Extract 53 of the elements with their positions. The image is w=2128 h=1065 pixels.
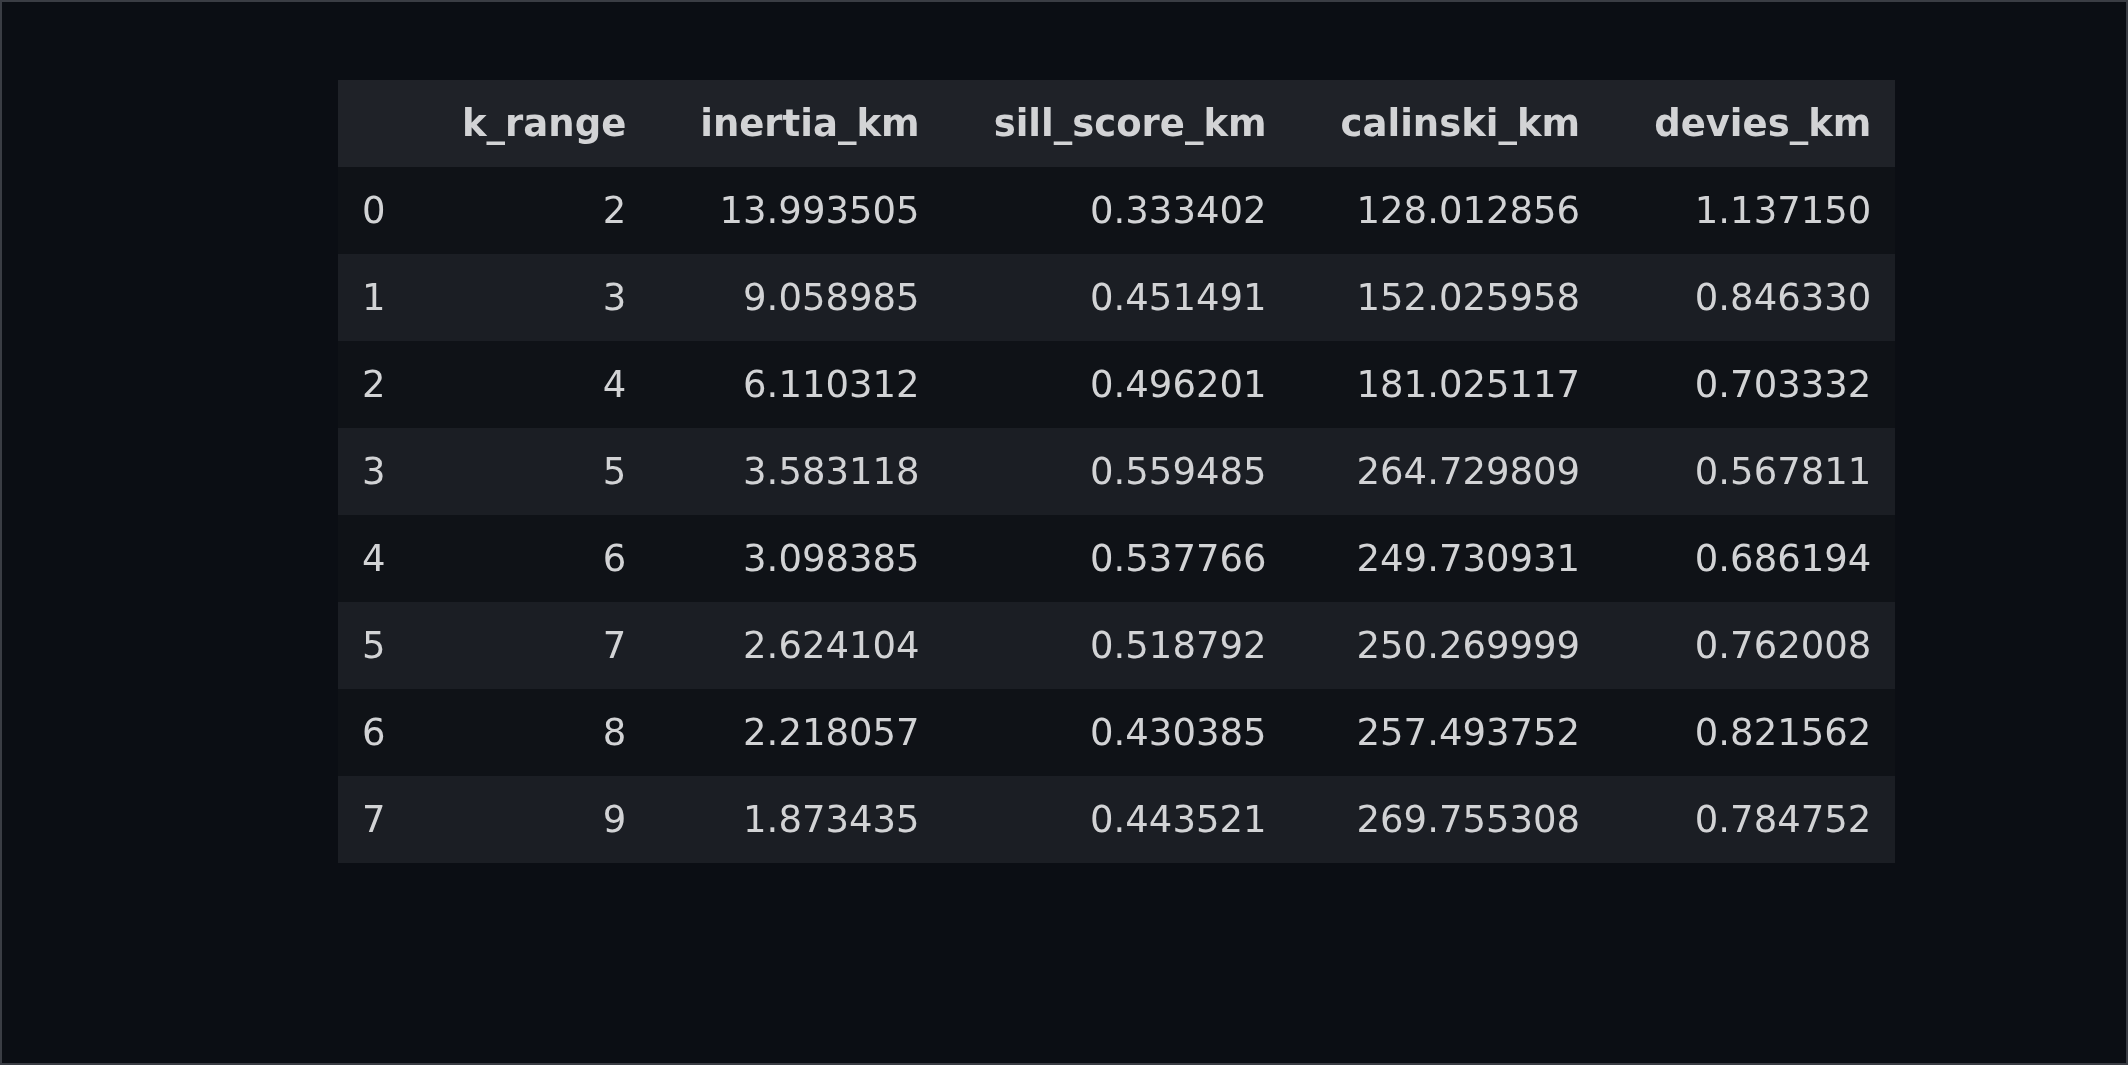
- table-cell: 13.993505: [650, 167, 944, 254]
- table-cell: 9: [412, 776, 651, 863]
- table-cell: 5: [412, 428, 651, 515]
- table-cell: 3.098385: [650, 515, 944, 602]
- table-cell: 0.430385: [943, 689, 1291, 776]
- table-cell: 1.137150: [1604, 167, 1896, 254]
- row-index: 3: [338, 428, 412, 515]
- table-cell: 257.493752: [1290, 689, 1605, 776]
- table-cell: 249.730931: [1290, 515, 1605, 602]
- table-cell: 152.025958: [1290, 254, 1605, 341]
- column-header: calinski_km: [1290, 80, 1605, 167]
- table-cell: 0.537766: [943, 515, 1291, 602]
- table-cell: 6: [412, 515, 651, 602]
- table-cell: 0.451491: [943, 254, 1291, 341]
- table-cell: 7: [412, 602, 651, 689]
- table-cell: 4: [412, 341, 651, 428]
- table-cell: 0.703332: [1604, 341, 1896, 428]
- row-index: 6: [338, 689, 412, 776]
- table-cell: 269.755308: [1290, 776, 1605, 863]
- table-cell: 3: [412, 254, 651, 341]
- column-header: inertia_km: [650, 80, 944, 167]
- table-cell: 3.583118: [650, 428, 944, 515]
- column-header: k_range: [412, 80, 651, 167]
- column-header: sill_score_km: [943, 80, 1291, 167]
- table-cell: 6.110312: [650, 341, 944, 428]
- table-cell: 8: [412, 689, 651, 776]
- table-cell: 0.784752: [1604, 776, 1896, 863]
- table-cell: 264.729809: [1290, 428, 1605, 515]
- table-cell: 0.686194: [1604, 515, 1896, 602]
- table-cell: 0.496201: [943, 341, 1291, 428]
- table-cell: 0.333402: [943, 167, 1291, 254]
- table-cell: 181.025117: [1290, 341, 1605, 428]
- row-index: 1: [338, 254, 412, 341]
- row-index: 0: [338, 167, 412, 254]
- table-cell: 2: [412, 167, 651, 254]
- table-cell: 0.559485: [943, 428, 1291, 515]
- table-cell: 0.518792: [943, 602, 1291, 689]
- table-cell: 0.567811: [1604, 428, 1896, 515]
- table-cell: 0.762008: [1604, 602, 1896, 689]
- table-cell: 9.058985: [650, 254, 944, 341]
- row-index: 7: [338, 776, 412, 863]
- column-header: devies_km: [1604, 80, 1896, 167]
- table-cell: 0.821562: [1604, 689, 1896, 776]
- table-cell: 0.443521: [943, 776, 1291, 863]
- table-cell: 1.873435: [650, 776, 944, 863]
- row-index: 2: [338, 341, 412, 428]
- table-cell: 250.269999: [1290, 602, 1605, 689]
- table-cell: 2.218057: [650, 689, 944, 776]
- row-index: 5: [338, 602, 412, 689]
- table-cell: 128.012856: [1290, 167, 1605, 254]
- table-cell: 0.846330: [1604, 254, 1896, 341]
- table-cell: 2.624104: [650, 602, 944, 689]
- row-index: 4: [338, 515, 412, 602]
